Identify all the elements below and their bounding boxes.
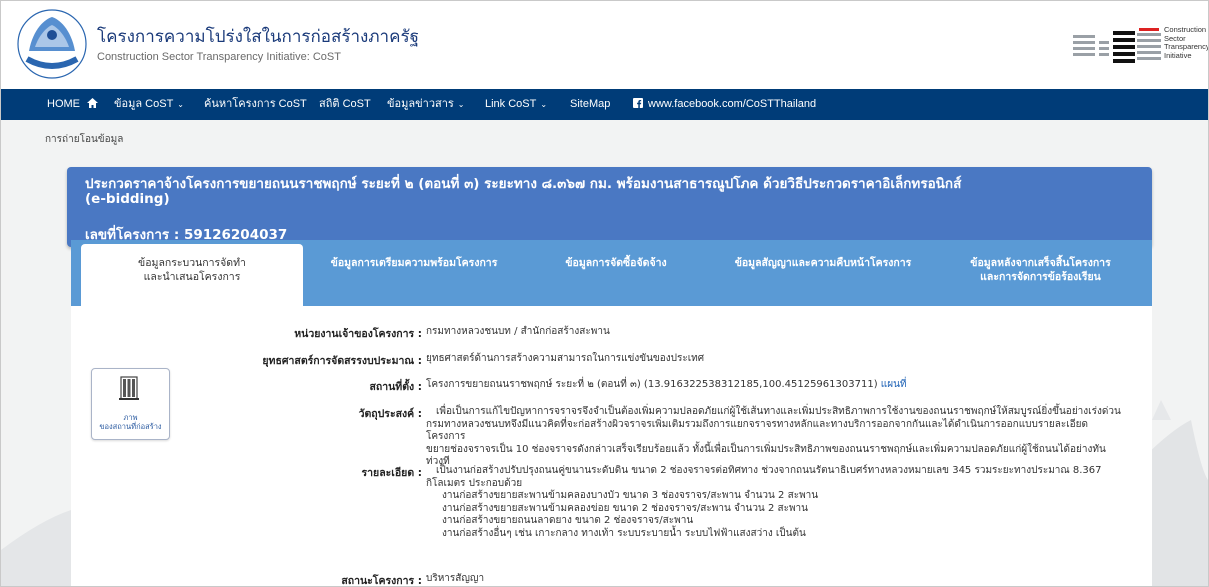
facebook-icon: [633, 98, 643, 108]
tab-project-process[interactable]: ข้อมูลกระบวนการจัดทำ และนำเสนอโครงการ: [81, 244, 303, 306]
site-title[interactable]: โครงการความโปร่งใสในการก่อสร้างภาครัฐ: [97, 23, 419, 50]
location-label: สถานที่ตั้ง :: [369, 381, 422, 393]
detail-label: รายละเอียด :: [361, 467, 422, 479]
status-label: สถานะโครงการ :: [341, 575, 422, 587]
chevron-down-icon: ⌄: [457, 100, 465, 109]
nav-cost-info[interactable]: ข้อมูล CoST ⌄: [114, 89, 184, 120]
breadcrumb: การถ่ายโอนข้อมูล: [45, 134, 124, 145]
strategy-value: ยุทธศาสตร์ด้านการสร้างความสามารถในการแข่…: [426, 353, 705, 364]
nav-home[interactable]: HOME: [47, 89, 99, 120]
project-title: ประกวดราคาจ้างโครงการขยายถนนราชพฤกษ์ ระย…: [85, 176, 962, 207]
tab-procurement[interactable]: ข้อมูลการจัดซื้อจัดจ้าง: [526, 240, 706, 306]
building-icon: [119, 376, 139, 400]
chevron-down-icon: ⌄: [540, 100, 548, 109]
page-frame: โครงการความโปร่งใสในการก่อสร้างภาครัฐ Co…: [0, 0, 1209, 587]
objective-value: เพื่อเป็นการแก้ไขปัญหาการจราจรจึงจำเป็นต…: [426, 406, 1121, 467]
map-link[interactable]: แผนที่: [881, 379, 907, 390]
strategy-label: ยุทธศาสตร์การจัดสรรงบประมาณ :: [262, 355, 422, 367]
nav-statistics[interactable]: สถิติ CoST: [319, 89, 371, 120]
tab-contract-progress[interactable]: ข้อมูลสัญญาและความคืบหน้าโครงการ: [713, 240, 933, 306]
site-photo-button[interactable]: ภาพ ของสถานที่ก่อสร้าง: [91, 368, 170, 440]
location-value: โครงการขยายถนนราชพฤกษ์ ระยะที่ ๒ (ตอนที่…: [426, 379, 907, 390]
department-logo-icon[interactable]: [15, 7, 89, 81]
tab-bar: ข้อมูลกระบวนการจัดทำ และนำเสนอโครงการ ข้…: [71, 240, 1152, 306]
home-icon: [87, 98, 99, 108]
cost-logo-text: Construction Sector Transparency Initiat…: [1164, 25, 1209, 60]
site-photo-caption: ภาพ ของสถานที่ก่อสร้าง: [99, 413, 162, 431]
tab-post-completion[interactable]: ข้อมูลหลังจากเสร็จสิ้นโครงการ และการจัดก…: [933, 240, 1148, 306]
detail-value: เป็นงานก่อสร้างปรับปรุงถนนคู่ขนานระดับดิ…: [426, 465, 1102, 539]
nav-sitemap[interactable]: SiteMap: [570, 89, 610, 120]
owner-label: หน่วยงานเจ้าของโครงการ :: [294, 328, 422, 340]
main-content: การถ่ายโอนข้อมูล ประกวดราคาจ้างโครงการขย…: [1, 120, 1208, 587]
nav-news[interactable]: ข้อมูลข่าวสาร ⌄: [387, 89, 465, 120]
objective-label: วัตถุประสงค์ :: [358, 408, 422, 420]
status-value: บริหารสัญญา: [426, 573, 485, 584]
site-header: โครงการความโปร่งใสในการก่อสร้างภาครัฐ Co…: [1, 1, 1208, 89]
tab-project-preparation[interactable]: ข้อมูลการเตรียมความพร้อมโครงการ: [309, 240, 519, 306]
project-header: ประกวดราคาจ้างโครงการขยายถนนราชพฤกษ์ ระย…: [67, 167, 1152, 247]
main-nav: HOME ข้อมูล CoST ⌄ ค้นหาโครงการ CoST สถิต…: [1, 89, 1208, 120]
owner-value: กรมทางหลวงชนบท / สำนักก่อสร้างสะพาน: [426, 326, 610, 337]
nav-link-cost[interactable]: Link CoST ⌄: [485, 89, 547, 120]
nav-search-project[interactable]: ค้นหาโครงการ CoST: [204, 89, 307, 120]
project-details-panel: ภาพ ของสถานที่ก่อสร้าง หน่วยงานเจ้าของโค…: [71, 306, 1152, 587]
nav-facebook[interactable]: www.facebook.com/CoSTThailand: [633, 89, 816, 120]
chevron-down-icon: ⌄: [177, 100, 184, 109]
site-subtitle: Construction Sector Transparency Initiat…: [97, 51, 341, 63]
